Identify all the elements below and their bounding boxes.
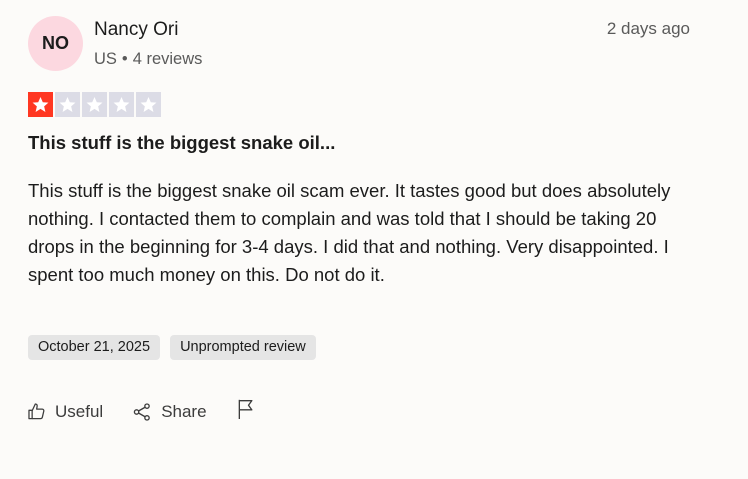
report-flag-button[interactable] <box>236 398 256 425</box>
useful-label: Useful <box>55 401 104 421</box>
review-tags: October 21, 2025 Unprompted review <box>28 335 316 360</box>
thumbs-up-icon <box>27 402 46 421</box>
review-actions: Useful Share <box>27 398 256 425</box>
star-icon <box>109 92 134 117</box>
share-icon <box>132 402 152 422</box>
share-label: Share <box>161 401 207 421</box>
separator-dot: • <box>121 50 128 68</box>
review-date-tag: October 21, 2025 <box>28 335 161 360</box>
reviewer-review-count: 4 reviews <box>132 50 203 68</box>
reviewer-meta: US • 4 reviews <box>94 50 202 69</box>
avatar[interactable]: NO <box>28 16 83 71</box>
reviewer-country: US <box>94 50 117 68</box>
avatar-initials: NO <box>42 33 69 53</box>
star-rating <box>28 92 161 117</box>
star-icon <box>28 92 53 117</box>
review-posted-ago: 2 days ago <box>606 19 690 38</box>
useful-button[interactable]: Useful <box>27 402 103 422</box>
star-icon <box>55 92 80 117</box>
star-icon <box>82 92 107 117</box>
share-button[interactable]: Share <box>132 401 207 422</box>
review-type-tag[interactable]: Unprompted review <box>170 335 316 360</box>
flag-icon <box>236 399 256 424</box>
review-card: NO Nancy Ori US • 4 reviews 2 days ago Thi… <box>0 0 748 479</box>
reviewer-name[interactable]: Nancy Ori <box>94 19 178 41</box>
star-icon <box>136 92 161 117</box>
review-title[interactable]: This stuff is the biggest snake oil... <box>28 132 335 154</box>
review-body: This stuff is the biggest snake oil scam… <box>28 180 671 285</box>
